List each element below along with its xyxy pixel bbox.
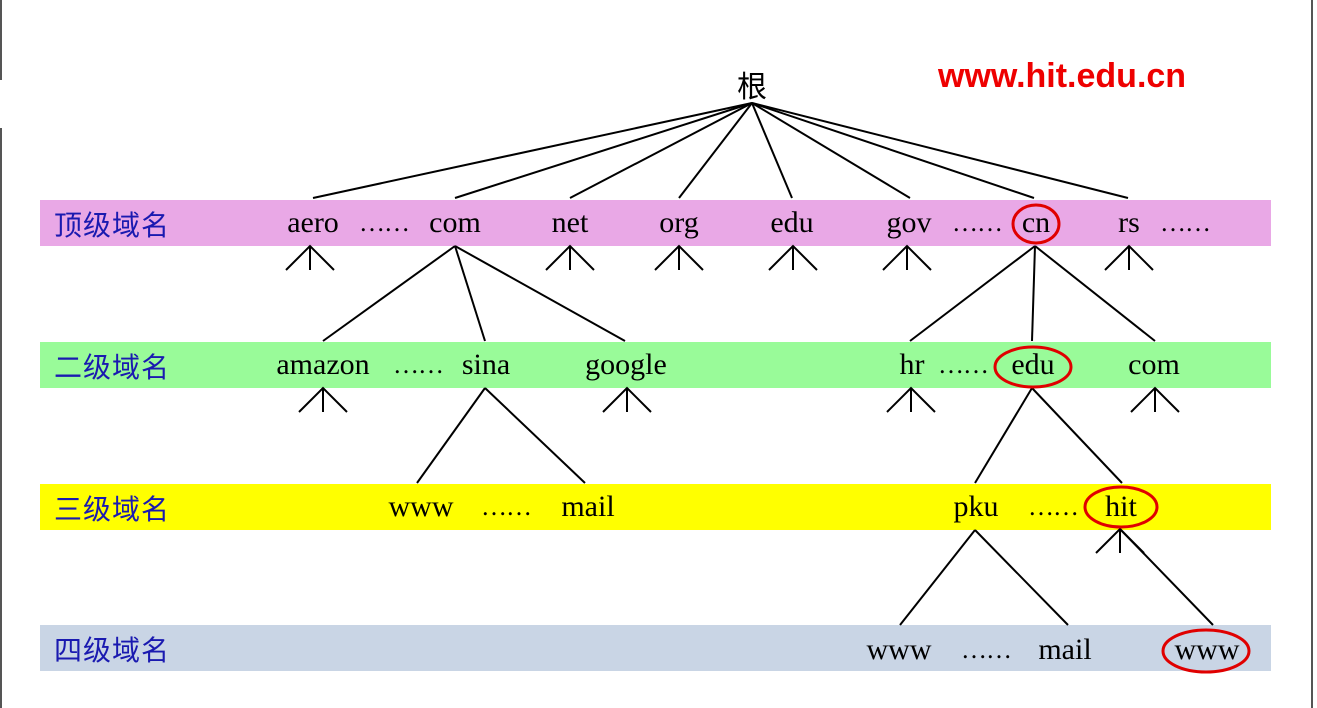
node-sina: sina [461,348,511,381]
node-com: com [429,206,481,239]
edge-root-aero [312,102,753,199]
arrow-net [545,244,595,271]
arrow-aero [285,244,335,271]
arrow-rs [1104,244,1154,271]
edge-edu-hit [1031,387,1123,484]
edge-pku-mail [974,529,1069,626]
arrow-hr [886,386,936,413]
url-label: www.hit.edu.cn [938,57,1187,95]
ellipsis-third-1: …… [481,492,532,521]
arrow-hit [1095,527,1145,554]
node-gov: gov [886,206,932,239]
node-google: google [585,348,667,381]
node-amazon: amazon [276,348,370,381]
node-www-third: www [388,490,454,523]
arrow-google [602,386,652,413]
edge-pku-www [899,529,976,626]
ellipsis-top-2: …… [952,208,1003,237]
edge-root-edu [751,102,793,199]
arrow-edu [768,244,818,271]
node-aero: aero [287,206,339,239]
edge-hit-www [1119,528,1214,626]
edge-root-gov [751,102,911,199]
node-edu-top: edu [770,206,814,239]
edge-com-amazon [322,245,456,342]
root-node: 根 [737,70,767,105]
ellipsis-third-2: …… [1028,492,1079,521]
node-edu-second: edu [1011,348,1055,381]
edge-cn-edu [1031,245,1036,342]
node-hr: hr [899,348,925,381]
node-pku: pku [953,490,999,523]
ellipsis-second-1: …… [393,350,444,379]
edge-edu-pku [974,387,1033,484]
edge-root-cn [751,102,1035,199]
arrow-amazon [298,386,348,413]
node-com-second: com [1128,348,1180,381]
node-hit: hit [1105,490,1137,523]
node-net: net [551,206,589,239]
edge-cn-hr [909,245,1036,342]
edge-root-com [454,102,753,199]
ellipsis-top-3: …… [1160,208,1211,237]
node-mail-fourth: mail [1038,633,1092,666]
ellipsis-second-2: …… [938,350,989,379]
node-org: org [659,206,699,239]
edge-sina-www [416,387,486,484]
ellipsis-fourth-1: …… [961,635,1012,664]
edge-cn-com [1034,245,1156,342]
edge-root-rs [751,102,1129,199]
node-www-fourth: www [866,633,932,666]
node-rs: rs [1118,206,1140,239]
arrow-gov [882,244,932,271]
edge-root-net [569,102,753,199]
node-mail-third: mail [561,490,615,523]
node-cn: cn [1021,206,1051,239]
arrow-org [654,244,704,271]
edge-sina-mail [484,387,586,484]
ellipsis-top-1: …… [359,208,410,237]
arrow-com2 [1130,386,1180,413]
node-www-hit: www [1174,633,1240,666]
